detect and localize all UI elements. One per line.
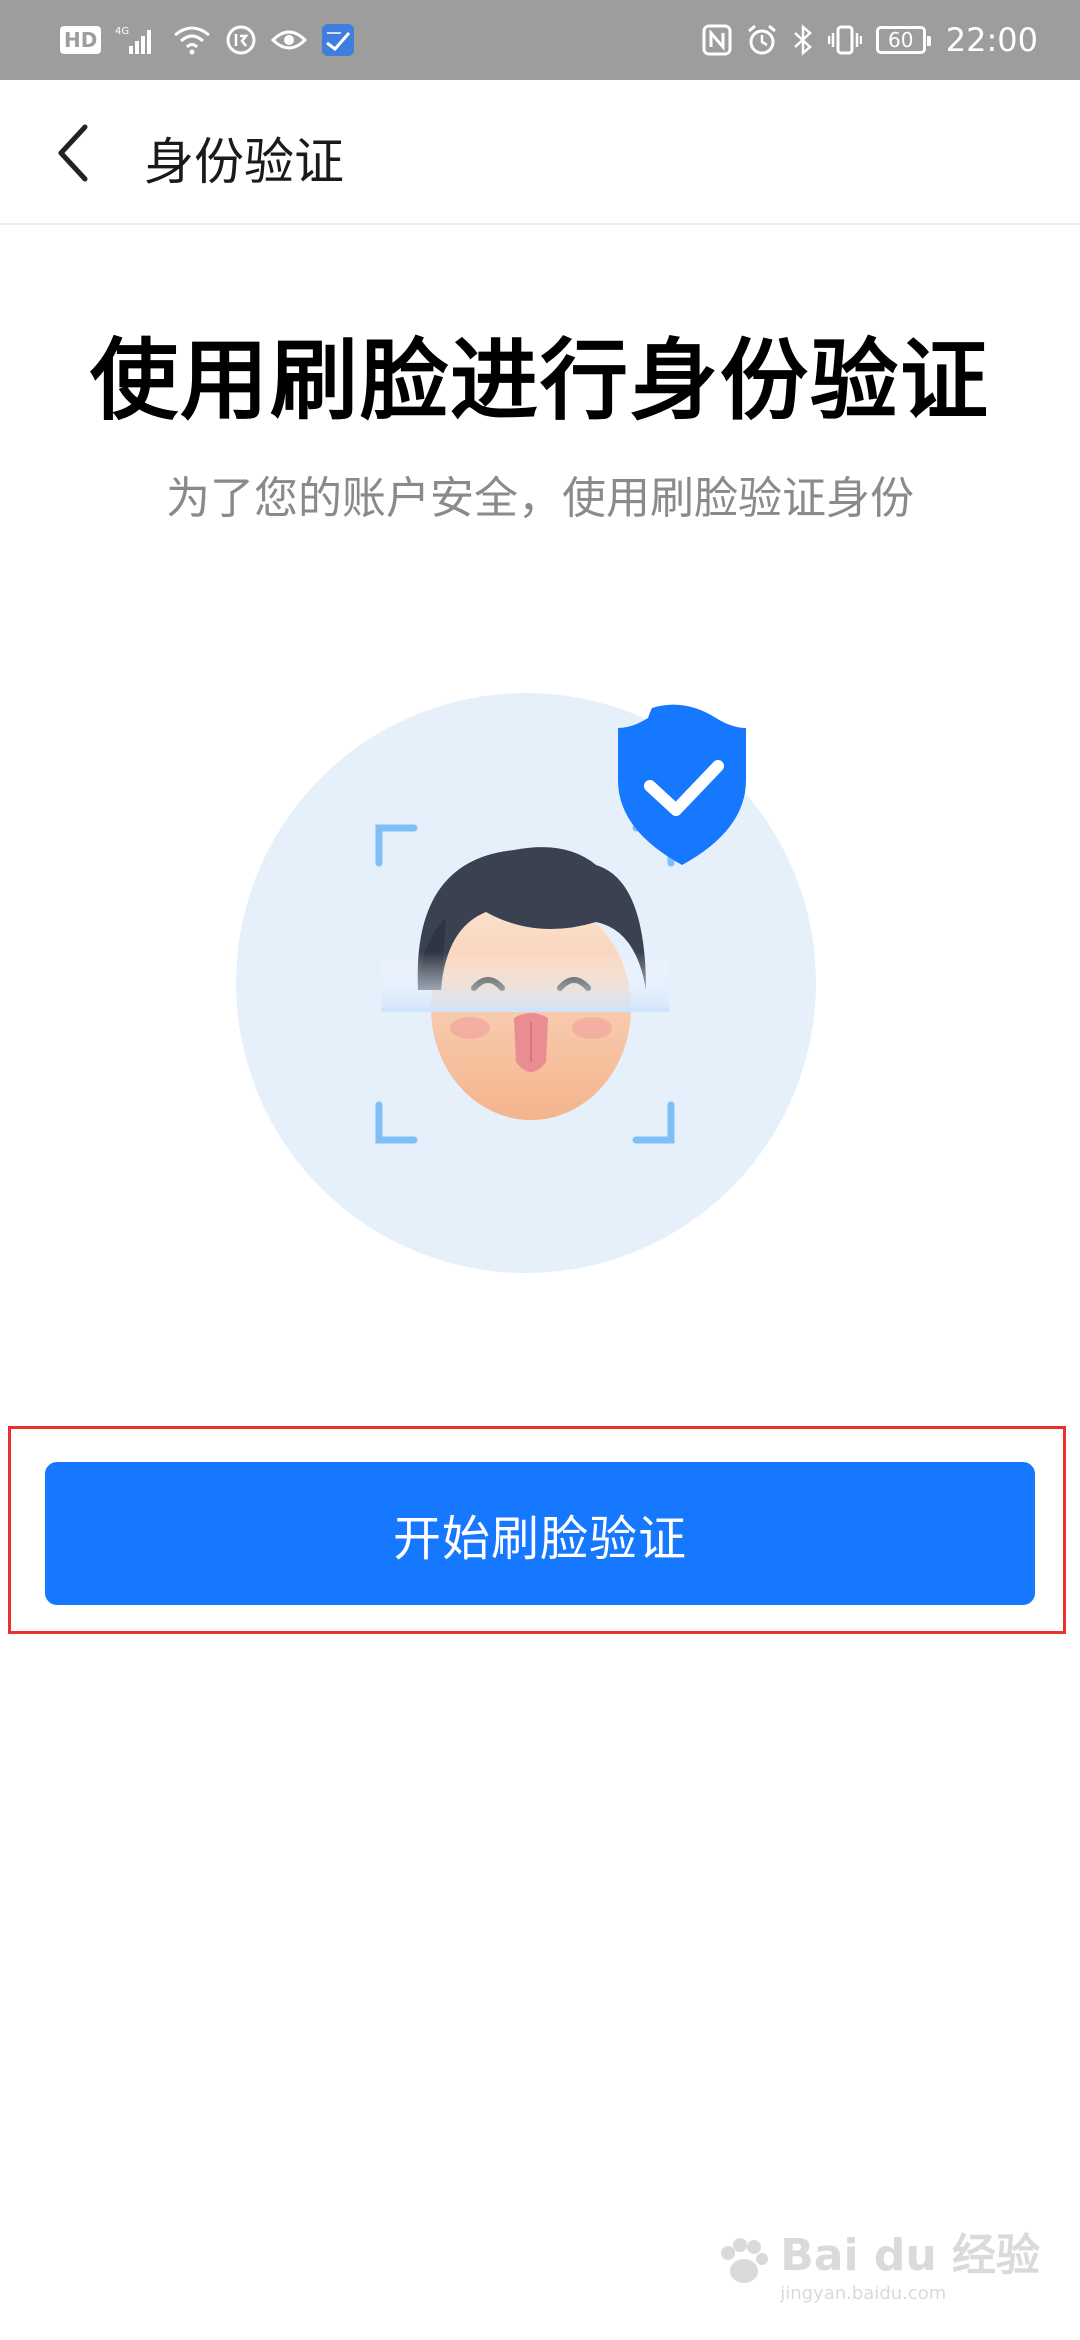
vibrate-icon (827, 20, 862, 60)
status-right-group: 60 22:00 (702, 20, 1038, 60)
network-type-label: 4G (115, 26, 129, 37)
back-button[interactable] (38, 118, 108, 188)
scan-line (381, 952, 669, 1012)
hd-indicator: HD (60, 26, 102, 54)
watermark-url: jingyan.baidu.com (780, 2283, 947, 2304)
subtitle: 为了您的账户安全，使用刷脸验证身份 (166, 473, 914, 524)
app-header: 身份验证 (0, 80, 1080, 225)
battery-indicator: 60 (875, 26, 931, 54)
watermark: Bai du 经验 jingyan.baidu.com (716, 2219, 1040, 2304)
nfc-icon (702, 20, 732, 60)
cellular-signal-icon: 4G (115, 20, 159, 60)
paw-logo-icon (721, 2237, 769, 2283)
watermark-text: Bai du 经验 (780, 2230, 1040, 2281)
bluetooth-icon (792, 20, 814, 60)
status-left-group: HD 4G (60, 20, 355, 60)
wifi-icon (173, 20, 211, 60)
data-saver-icon (225, 20, 257, 60)
status-time: 22:00 (945, 21, 1038, 59)
main-heading: 使用刷脸进行身份验证 (89, 329, 990, 432)
status-bar: HD 4G 60 22:00 (0, 0, 1080, 80)
face-verification-illustration (236, 690, 816, 1280)
chevron-left-icon (58, 124, 88, 182)
start-face-verification-button[interactable]: 开始刷脸验证 (45, 1462, 1035, 1605)
eye-comfort-icon (271, 20, 308, 60)
page-title: 身份验证 (144, 133, 344, 191)
alarm-icon (746, 20, 778, 60)
app-notification-icon (321, 20, 355, 60)
